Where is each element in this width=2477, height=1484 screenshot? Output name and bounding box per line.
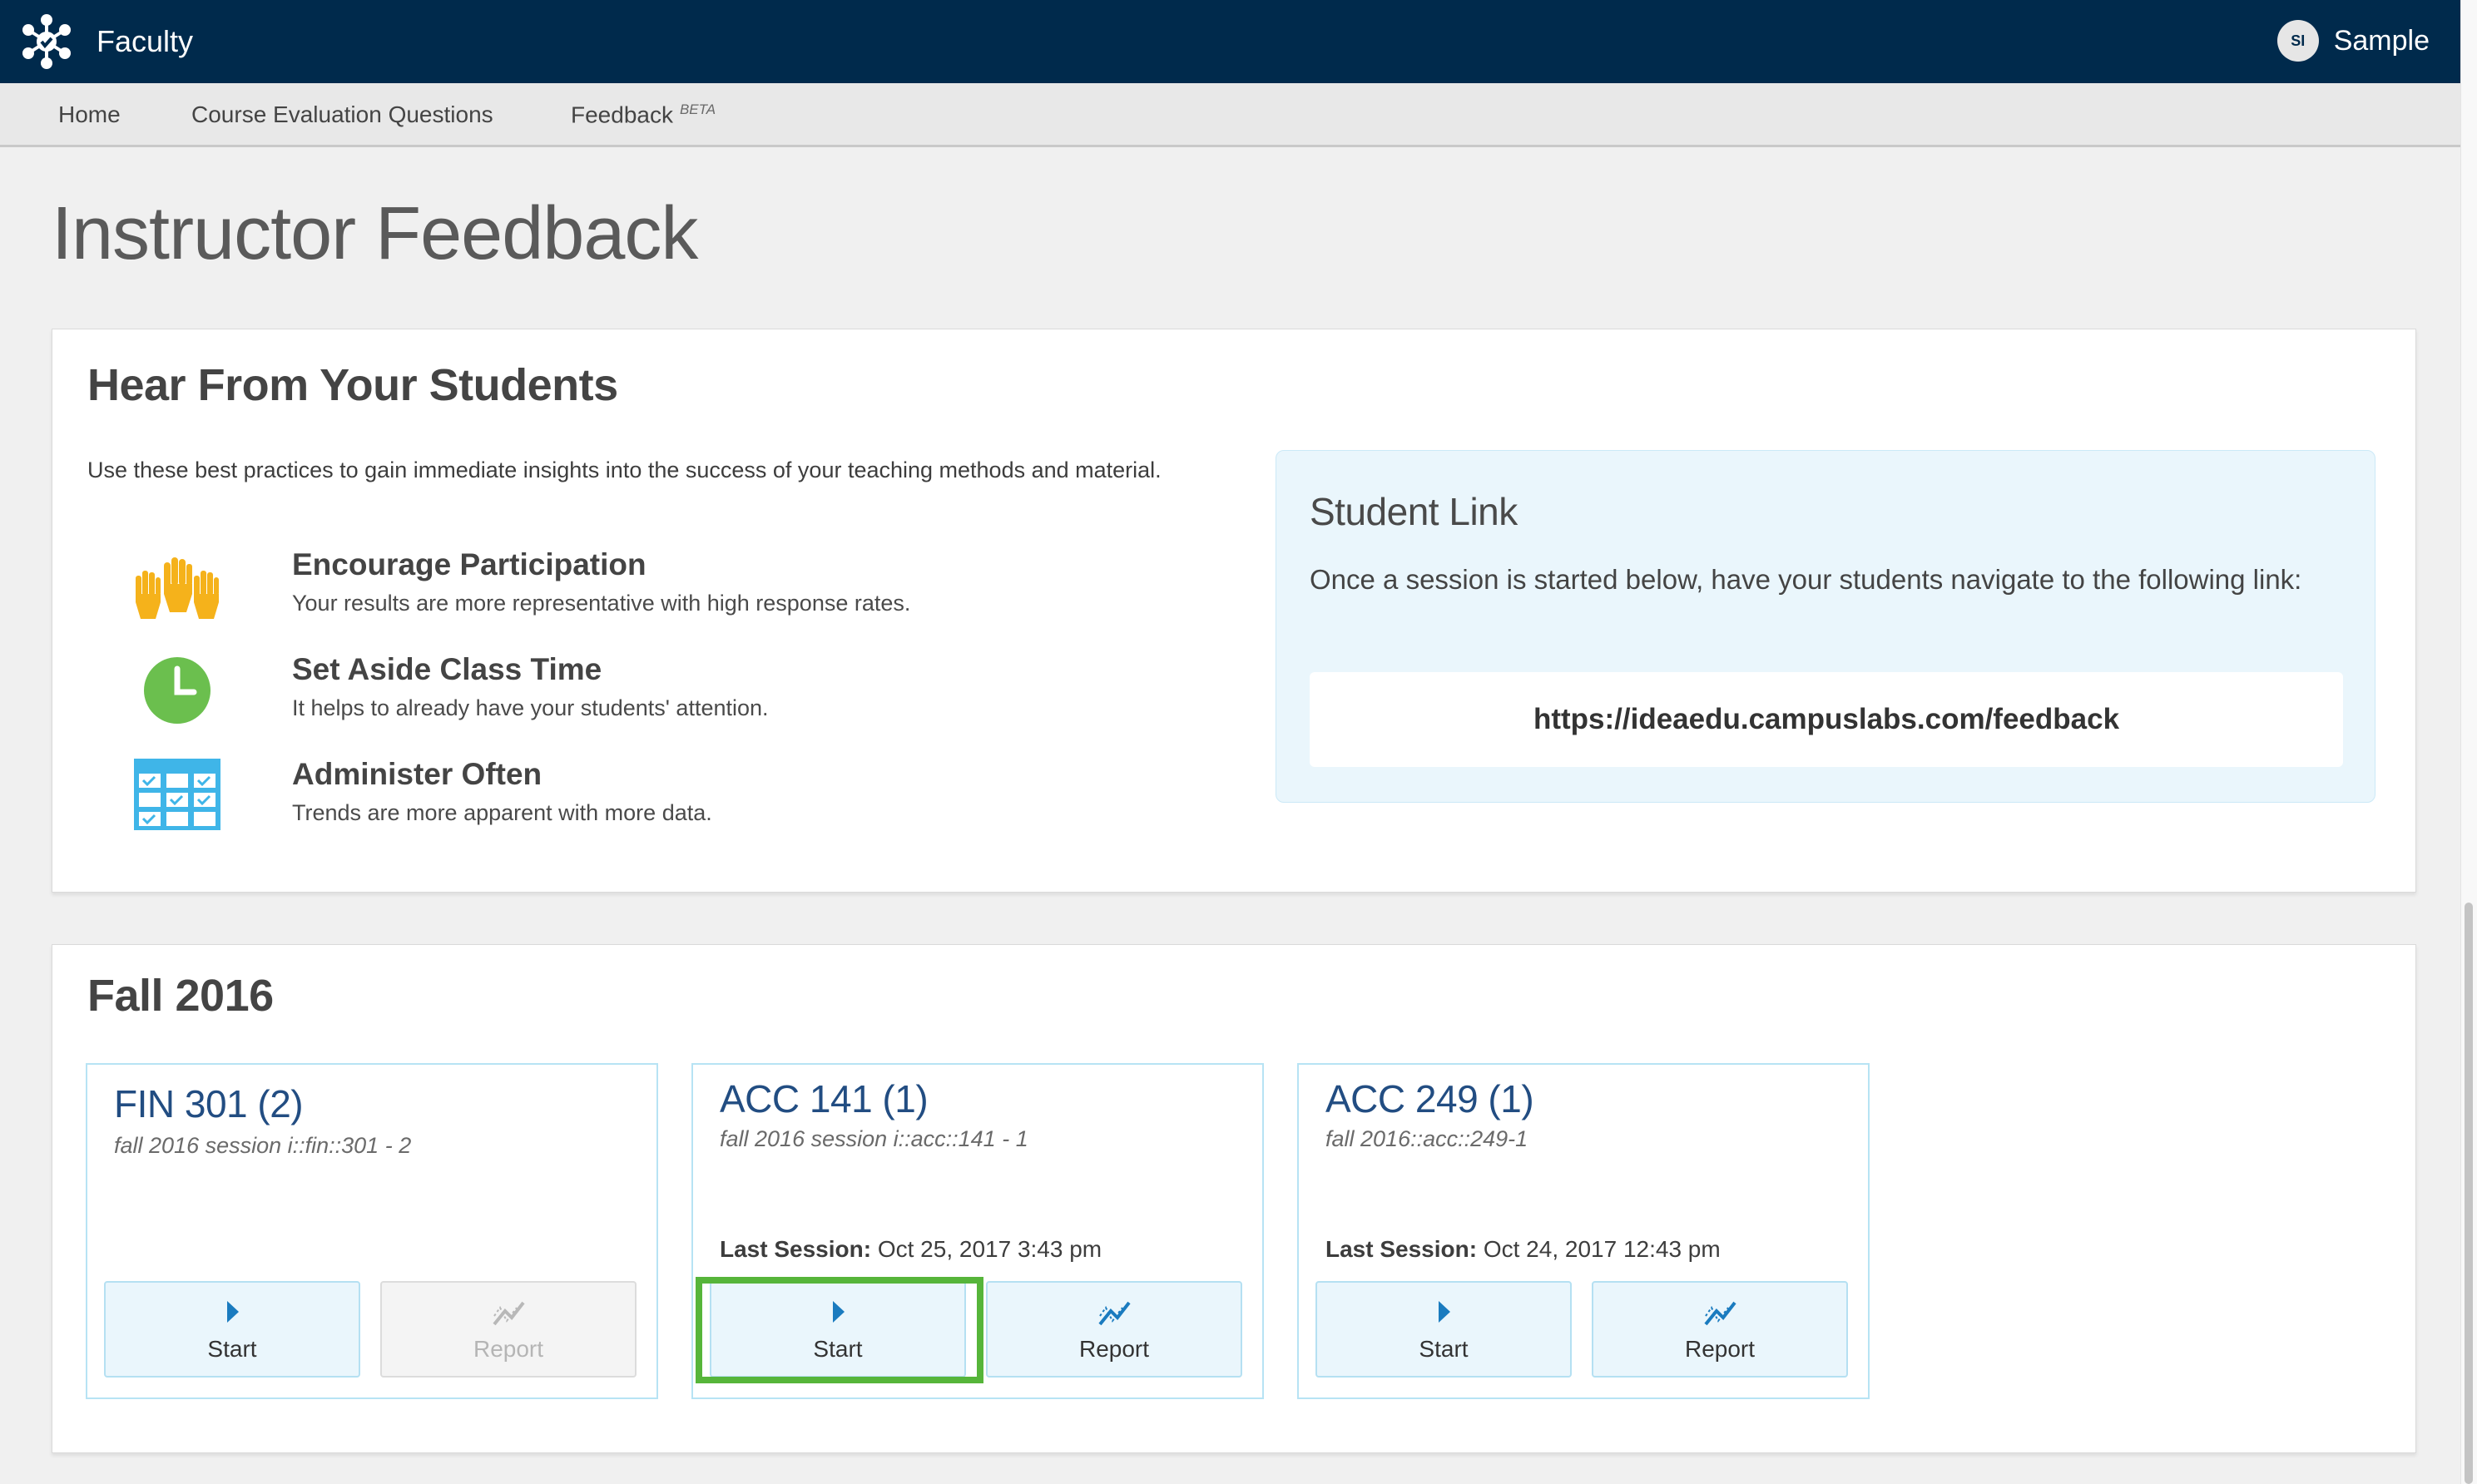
- course-card-fin-301: FIN 301 (2) fall 2016 session i::fin::30…: [86, 1063, 658, 1399]
- tip-title: Set Aside Class Time: [292, 652, 602, 686]
- student-link-title: Student Link: [1310, 490, 1518, 533]
- last-session-value: Oct 24, 2017 12:43 pm: [1483, 1236, 1721, 1262]
- report-button[interactable]: Report: [986, 1281, 1242, 1378]
- report-button: Report: [380, 1281, 637, 1378]
- last-session-label: Last Session:: [1325, 1236, 1478, 1262]
- tip-title: Administer Often: [292, 757, 542, 791]
- trend-chart-icon: [1098, 1301, 1131, 1326]
- play-icon: [227, 1301, 239, 1323]
- user-name: Sample: [2333, 24, 2430, 57]
- last-session-label: Last Session:: [720, 1236, 872, 1262]
- nav-course-evaluation-questions[interactable]: Course Evaluation Questions: [191, 101, 493, 128]
- vertical-scrollbar[interactable]: [2460, 0, 2477, 1484]
- nav-course-evaluation-questions-label: Course Evaluation Questions: [191, 101, 493, 127]
- course-title[interactable]: FIN 301 (2): [114, 1081, 304, 1126]
- course-card-acc-249: ACC 249 (1) fall 2016::acc::249-1 Last S…: [1297, 1063, 1870, 1399]
- start-button[interactable]: Start: [104, 1281, 360, 1378]
- course-title[interactable]: ACC 249 (1): [1325, 1076, 1534, 1121]
- course-subtitle: fall 2016::acc::249-1: [1325, 1126, 1528, 1151]
- hear-from-students-panel: Hear From Your Students Use these best p…: [52, 329, 2416, 893]
- report-label: Report: [473, 1336, 544, 1362]
- nav-home-label: Home: [58, 101, 121, 127]
- student-link-description: Once a session is started below, have yo…: [1310, 564, 2302, 595]
- nav-feedback-label: Feedback: [571, 101, 673, 128]
- report-label: Report: [1078, 1336, 1150, 1362]
- trend-chart-icon: [493, 1301, 525, 1326]
- tip-text: Trends are more apparent with more data.: [292, 800, 712, 825]
- nav-feedback[interactable]: Feedback BETA: [571, 101, 716, 128]
- nav-home[interactable]: Home: [58, 101, 121, 128]
- start-label: Start: [813, 1336, 863, 1362]
- course-subtitle: fall 2016 session i::acc::141 - 1: [720, 1126, 1028, 1151]
- last-session: Last Session: Oct 24, 2017 12:43 pm: [1325, 1236, 1721, 1263]
- start-button[interactable]: Start: [710, 1281, 966, 1378]
- page-title: Instructor Feedback: [52, 192, 698, 275]
- start-button[interactable]: Start: [1315, 1281, 1572, 1378]
- course-card-acc-141: ACC 141 (1) fall 2016 session i::acc::14…: [691, 1063, 1264, 1399]
- tip-text: It helps to already have your students' …: [292, 695, 769, 720]
- network-hub-icon: [22, 14, 71, 69]
- beta-badge: BETA: [679, 101, 716, 117]
- trend-chart-icon: [1704, 1301, 1736, 1326]
- course-subtitle: fall 2016 session i::fin::301 - 2: [114, 1133, 412, 1158]
- start-label: Start: [1419, 1336, 1469, 1362]
- student-link-box: Student Link Once a session is started b…: [1276, 450, 2375, 803]
- calendar-grid-icon: [134, 759, 220, 830]
- term-heading: Fall 2016: [87, 971, 274, 1021]
- report-label: Report: [1684, 1336, 1756, 1362]
- term-panel: Fall 2016 FIN 301 (2) fall 2016 session …: [52, 944, 2416, 1453]
- student-link-url[interactable]: https://ideaedu.campuslabs.com/feedback: [1310, 672, 2343, 767]
- clock-icon: [144, 657, 211, 724]
- user-menu[interactable]: SI Sample: [2276, 20, 2430, 62]
- last-session: Last Session: Oct 25, 2017 3:43 pm: [720, 1236, 1102, 1263]
- intro-text: Use these best practices to gain immedia…: [87, 458, 1162, 482]
- scrollbar-thumb[interactable]: [2465, 903, 2473, 1484]
- course-title[interactable]: ACC 141 (1): [720, 1076, 929, 1121]
- play-icon: [833, 1301, 845, 1323]
- tip-title: Encourage Participation: [292, 547, 646, 581]
- sub-navigation: Home Course Evaluation Questions Feedbac…: [0, 83, 2461, 147]
- panel-heading: Hear From Your Students: [87, 360, 618, 410]
- start-label: Start: [207, 1336, 257, 1362]
- play-icon: [1439, 1301, 1450, 1323]
- top-bar: Faculty SI Sample: [0, 0, 2461, 83]
- last-session-value: Oct 25, 2017 3:43 pm: [877, 1236, 1102, 1262]
- brand[interactable]: Faculty: [17, 12, 193, 72]
- tip-text: Your results are more representative wit…: [292, 591, 911, 616]
- avatar: SI: [2276, 20, 2319, 62]
- report-button[interactable]: Report: [1592, 1281, 1848, 1378]
- raised-hands-icon: [136, 557, 219, 619]
- brand-name: Faculty: [97, 24, 194, 58]
